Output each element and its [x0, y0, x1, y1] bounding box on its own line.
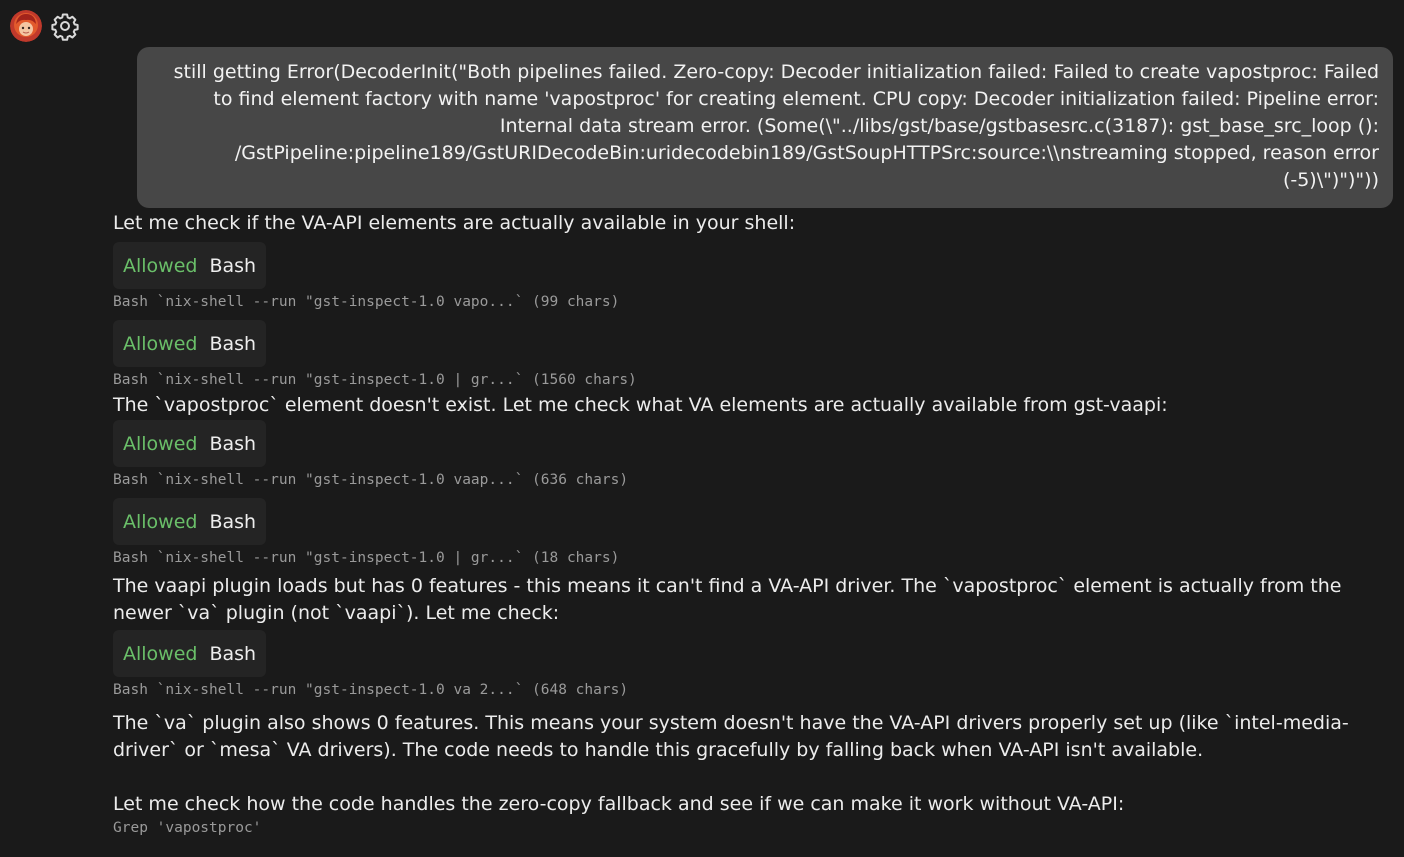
tool-name: Bash	[209, 510, 257, 533]
allowed-status: Allowed	[123, 642, 198, 665]
tool-permission-pill[interactable]: Allowed Bash	[113, 630, 267, 677]
allowed-status: Allowed	[123, 510, 198, 533]
avatar-icon[interactable]	[10, 10, 42, 42]
assistant-text: The `va` plugin also shows 0 features. T…	[113, 712, 1349, 761]
assistant-response: Let me check if the VA-API elements are …	[113, 210, 1393, 838]
assistant-text: The `vapostproc` element doesn't exist. …	[113, 394, 1168, 416]
allowed-status: Allowed	[123, 332, 198, 355]
tool-name: Bash	[209, 332, 257, 355]
assistant-text: Let me check how the code handles the ze…	[113, 793, 1125, 815]
assistant-text: The vaapi plugin loads but has 0 feature…	[113, 575, 1342, 624]
tool-command-summary[interactable]: Bash `nix-shell --run "gst-inspect-1.0 v…	[113, 680, 1393, 700]
tool-permission-pill[interactable]: Allowed Bash	[113, 420, 267, 467]
user-message-bubble: still getting Error(DecoderInit("Both pi…	[137, 47, 1393, 208]
tool-name: Bash	[209, 642, 257, 665]
allowed-status: Allowed	[123, 254, 198, 277]
tool-command-summary[interactable]: Bash `nix-shell --run "gst-inspect-1.0 v…	[113, 292, 1393, 312]
tool-name: Bash	[209, 432, 257, 455]
tool-command-summary[interactable]: Bash `nix-shell --run "gst-inspect-1.0 v…	[113, 470, 1393, 490]
tool-permission-pill[interactable]: Allowed Bash	[113, 320, 267, 367]
top-bar	[10, 10, 80, 42]
tool-command-summary[interactable]: Bash `nix-shell --run "gst-inspect-1.0 |…	[113, 370, 1393, 390]
tool-permission-pill[interactable]: Allowed Bash	[113, 498, 267, 545]
tool-command-summary[interactable]: Bash `nix-shell --run "gst-inspect-1.0 |…	[113, 548, 1393, 568]
assistant-text: Let me check if the VA-API elements are …	[113, 212, 796, 234]
tool-name: Bash	[209, 254, 257, 277]
tool-command-summary[interactable]: Grep 'vapostproc'	[113, 818, 1393, 838]
tool-permission-pill[interactable]: Allowed Bash	[113, 242, 267, 289]
allowed-status: Allowed	[123, 432, 198, 455]
gear-icon[interactable]	[50, 11, 80, 41]
